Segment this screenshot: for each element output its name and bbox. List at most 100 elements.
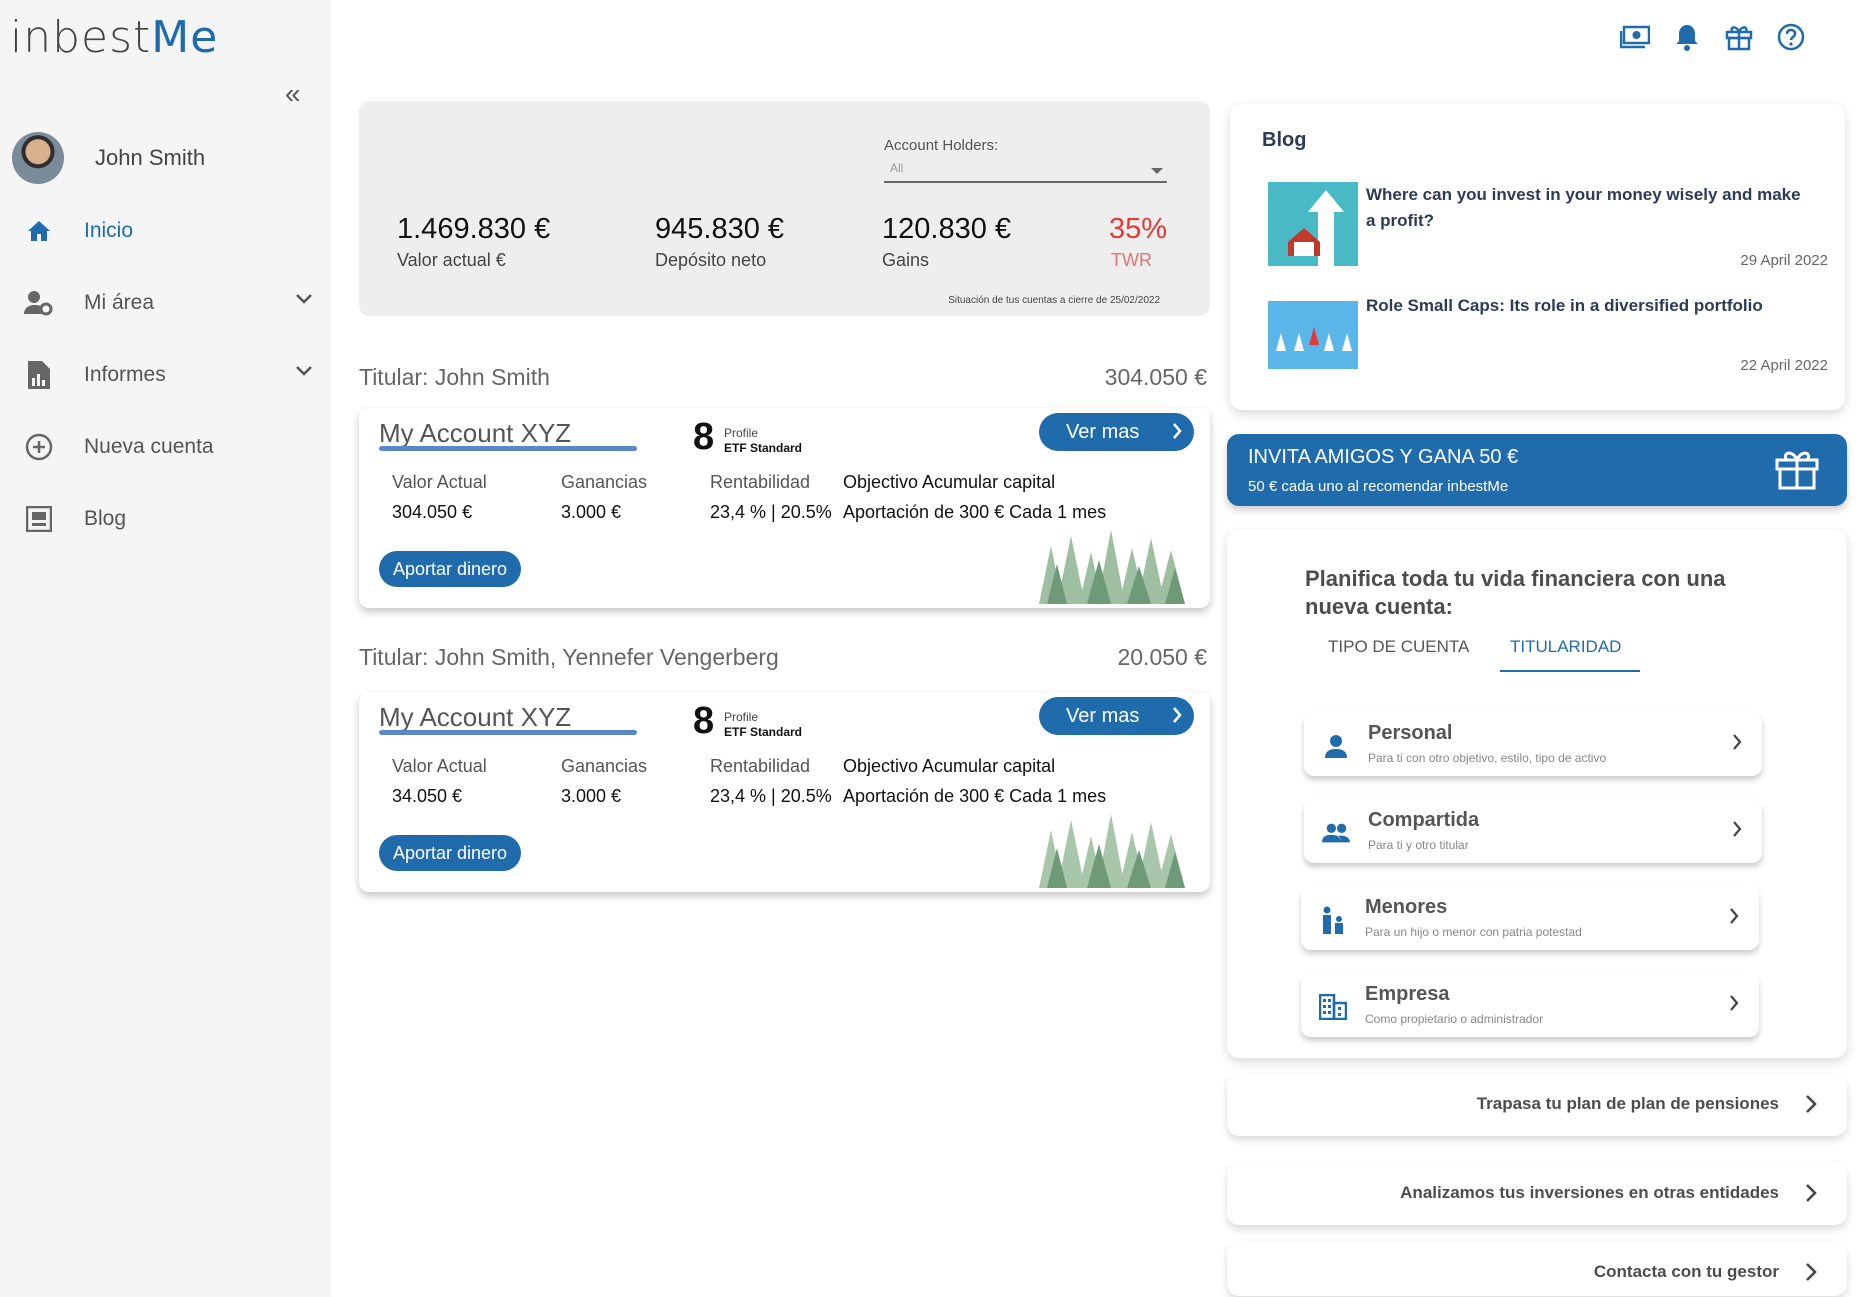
option-desc: Para un hijo o menor con patria potestad xyxy=(1365,925,1582,939)
inbestme-logo[interactable]: inbestMe xyxy=(10,12,218,63)
option-name: Menores xyxy=(1365,896,1448,918)
sidebar-item-label: Informes xyxy=(84,363,166,386)
titular-total: 304.050 € xyxy=(1104,364,1207,390)
sidebar-item-blog[interactable]: Blog xyxy=(22,502,312,536)
sidebar-item-inicio[interactable]: Inicio xyxy=(22,214,312,248)
link-traspasa-plan-pensiones[interactable]: Trapasa tu plan de plan de pensiones xyxy=(1227,1074,1847,1136)
header-toolbar xyxy=(1620,22,1806,52)
link-analizamos-inversiones[interactable]: Analizamos tus inversiones en otras enti… xyxy=(1227,1163,1847,1225)
collapse-sidebar-icon[interactable]: « xyxy=(285,80,301,108)
sidebar-item-mi-area[interactable]: Mi área xyxy=(22,286,312,320)
sidebar-item-label: Inicio xyxy=(84,219,134,242)
invite-title: INVITA AMIGOS Y GANA 50 € xyxy=(1248,446,1519,468)
option-name: Personal xyxy=(1368,722,1453,744)
aportar-dinero-button[interactable]: Aportar dinero xyxy=(379,835,521,871)
deposito-value: 945.830 € xyxy=(655,213,785,245)
portfolio-summary: Account Holders: All 1.469.830 € Valor a… xyxy=(359,101,1210,316)
account-holder-row: Titular: John Smith 304.050 € xyxy=(359,364,1207,391)
option-menores[interactable]: Menores Para un hijo o menor con patria … xyxy=(1301,886,1759,950)
sidebar-item-nueva-cuenta[interactable]: Nueva cuenta xyxy=(22,430,312,464)
plan-new-account-card: Planifica toda tu vida financiera con un… xyxy=(1227,530,1847,1058)
chevron-right-icon xyxy=(1733,734,1742,750)
account-progress-bar xyxy=(379,446,637,451)
money-icon[interactable] xyxy=(1620,22,1650,52)
building-icon xyxy=(1319,993,1347,1021)
ganancias-col: Ganancias 3.000 € xyxy=(561,756,648,806)
bell-icon[interactable] xyxy=(1672,22,1702,52)
account-card: My Account XYZ 8 Profile ETF Standard Ver… xyxy=(359,408,1210,608)
profile-label: Profile ETF Standard xyxy=(724,426,803,455)
ganancias-col: Ganancias 3.000 € xyxy=(561,472,648,522)
forest-illustration xyxy=(1039,814,1185,888)
home-icon xyxy=(22,214,56,248)
invite-subtitle: 50 € cada uno al recomendar inbestMe xyxy=(1248,478,1509,495)
chevron-right-icon xyxy=(1806,1263,1817,1281)
sidebar-item-label: Mi área xyxy=(84,291,155,314)
option-personal[interactable]: Personal Para ti con otro objetivo, esti… xyxy=(1304,712,1762,776)
profile-label: Profile ETF Standard xyxy=(724,710,803,739)
titular-total: 20.050 € xyxy=(1117,644,1207,670)
link-contacta-gestor[interactable]: Contacta con tu gestor xyxy=(1227,1242,1847,1296)
tab-tipo-de-cuenta[interactable]: TIPO DE CUENTA xyxy=(1328,637,1469,657)
blog-card: Blog Where can you invest in your money … xyxy=(1230,104,1845,410)
link-label: Contacta con tu gestor xyxy=(1593,1262,1779,1281)
chevron-right-icon xyxy=(1806,1184,1817,1202)
account-card: My Account XYZ 8 Profile ETF Standard Ver… xyxy=(359,692,1210,892)
twr-value: 35% xyxy=(1109,213,1168,245)
twr-label: TWR xyxy=(1111,250,1152,270)
valor-actual-label: Valor actual € xyxy=(397,250,506,270)
rentabilidad-col: Rentabilidad 23,4 % | 20.5% xyxy=(710,472,832,522)
valor-actual-value: 1.469.830 € xyxy=(397,213,551,245)
option-desc: Como propietario o administrador xyxy=(1365,1012,1544,1026)
tab-titularidad[interactable]: TITULARIDAD xyxy=(1510,637,1621,657)
option-compartida[interactable]: Compartida Para ti y otro titular xyxy=(1304,799,1762,863)
aportar-dinero-button[interactable]: Aportar dinero xyxy=(379,551,521,587)
house-growth-thumbnail xyxy=(1268,182,1358,266)
account-name[interactable]: My Account XYZ xyxy=(379,702,571,733)
sidebar-item-informes[interactable]: Informes xyxy=(22,358,312,392)
chevron-right-icon xyxy=(1733,821,1742,837)
link-label: Analizamos tus inversiones en otras enti… xyxy=(1400,1183,1779,1202)
sidebar-item-label: Nueva cuenta xyxy=(84,435,214,458)
gains-label: Gains xyxy=(882,250,930,270)
option-desc: Para ti con otro objetivo, estilo, tipo … xyxy=(1368,751,1607,765)
gift-icon xyxy=(1775,451,1819,490)
option-empresa[interactable]: Empresa Como propietario o administrador xyxy=(1301,973,1759,1037)
profile-number: 8 xyxy=(693,700,715,742)
titular-label: Titular: John Smith, Yennefer Vengerberg xyxy=(359,644,779,670)
chevron-right-icon xyxy=(1730,995,1739,1011)
blog-icon xyxy=(22,502,56,536)
blog-post-date: 29 April 2022 xyxy=(1740,252,1828,269)
sidebar-item-label: Blog xyxy=(84,507,127,530)
chevron-right-icon xyxy=(1173,707,1182,723)
ver-mas-button[interactable]: Ver mas xyxy=(1039,413,1194,451)
gains-value: 120.830 € xyxy=(882,213,1012,245)
option-name: Compartida xyxy=(1368,809,1480,831)
user-profile[interactable]: John Smith xyxy=(12,132,205,184)
chevron-down-icon xyxy=(296,366,312,376)
blog-title: Blog xyxy=(1262,129,1307,151)
account-holders-select[interactable]: All xyxy=(884,161,1167,183)
deposito-stat: 945.830 € Depósito neto xyxy=(655,213,784,271)
add-circle-icon xyxy=(22,430,56,464)
blog-post-title: Role Small Caps: Its role in a diversifi… xyxy=(1366,296,1763,315)
rentabilidad-col: Rentabilidad 23,4 % | 20.5% xyxy=(710,756,832,806)
user-settings-icon xyxy=(22,286,56,320)
account-name[interactable]: My Account XYZ xyxy=(379,418,571,449)
chevron-right-icon xyxy=(1173,423,1182,439)
option-desc: Para ti y otro titular xyxy=(1368,838,1469,852)
summary-date-note: Situación de tus cuentas a cierre de 25/… xyxy=(948,295,1160,306)
help-icon[interactable] xyxy=(1776,22,1806,52)
link-label: Trapasa tu plan de plan de pensiones xyxy=(1476,1094,1779,1113)
twr-stat: 35% TWR xyxy=(1109,213,1167,271)
avatar xyxy=(12,132,64,184)
account-progress-bar xyxy=(379,730,637,735)
gift-icon[interactable] xyxy=(1724,22,1754,52)
blog-post-title: Where can you invest in your money wisel… xyxy=(1366,185,1801,230)
ver-mas-button[interactable]: Ver mas xyxy=(1039,697,1194,735)
invite-friends-banner[interactable]: INVITA AMIGOS Y GANA 50 € 50 € cada uno … xyxy=(1227,434,1847,506)
deposito-label: Depósito neto xyxy=(655,250,767,270)
chevron-right-icon xyxy=(1730,908,1739,924)
person-icon xyxy=(1322,732,1350,760)
user-name: John Smith xyxy=(95,145,206,170)
